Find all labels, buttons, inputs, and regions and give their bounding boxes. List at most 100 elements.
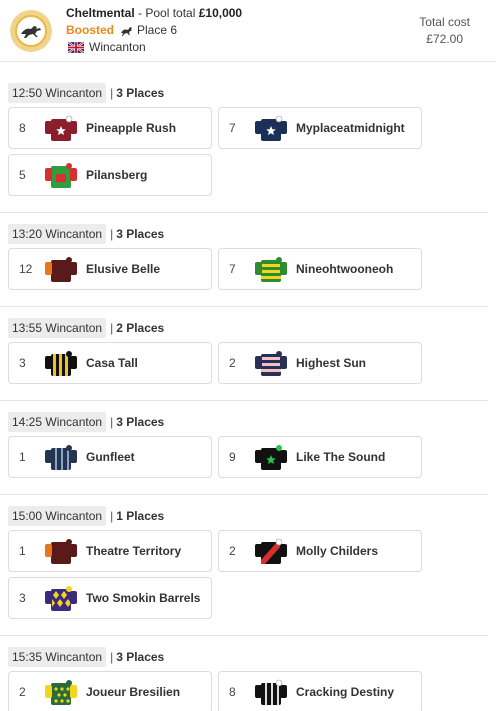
race-time-badge: 15:00 Wincanton bbox=[8, 506, 107, 526]
runner-number: 7 bbox=[229, 262, 236, 276]
runner-name: Joueur Bresilien bbox=[86, 685, 181, 699]
runner-number: 3 bbox=[19, 356, 26, 370]
race-header: 15:00 Wincanton | 1 Places bbox=[8, 506, 488, 526]
runner-name: Myplaceatmidnight bbox=[296, 121, 405, 135]
race-time-badge: 15:35 Wincanton bbox=[8, 647, 107, 667]
race-places-label: 2 Places bbox=[116, 321, 165, 335]
race-divider bbox=[0, 494, 488, 495]
jockey-silk-icon bbox=[45, 586, 77, 611]
runner-number: 2 bbox=[19, 685, 26, 699]
runner-number: 1 bbox=[19, 450, 26, 464]
jockey-silk-icon bbox=[45, 163, 77, 188]
venue-name: Wincanton bbox=[89, 40, 146, 54]
runner-card[interactable]: 2 Joueur Bresilien bbox=[8, 671, 212, 711]
runner-card[interactable]: 8 Pineapple Rush bbox=[8, 107, 212, 149]
runner-number: 2 bbox=[229, 356, 236, 370]
runner-name: Elusive Belle bbox=[86, 262, 161, 276]
race-time-badge: 14:25 Wincanton bbox=[8, 412, 107, 432]
race-section: 13:55 Wincanton | 2 Places 3 Casa Tall 2 Highe… bbox=[0, 318, 496, 389]
race-time-badge: 12:50 Wincanton bbox=[8, 83, 107, 103]
race-places: | 3 Places bbox=[110, 415, 165, 429]
race-time-badge: 13:55 Wincanton bbox=[8, 318, 107, 338]
race-places-label: 1 Places bbox=[116, 509, 165, 523]
race-divider bbox=[0, 635, 488, 636]
runner-name: Theatre Territory bbox=[86, 544, 182, 558]
place-count: Place 6 bbox=[137, 23, 178, 37]
race-places: | 1 Places bbox=[110, 509, 165, 523]
runner-name: Two Smokin Barrels bbox=[86, 591, 201, 605]
boosted-badge: Boosted bbox=[66, 23, 114, 37]
race-header: 14:25 Wincanton | 3 Places bbox=[8, 412, 488, 432]
jockey-silk-icon bbox=[255, 679, 287, 705]
horse-logo-icon bbox=[21, 26, 41, 38]
runner-grid: 3 Casa Tall 2 Highest Sun bbox=[8, 342, 438, 389]
runner-number: 7 bbox=[229, 121, 236, 135]
race-header: 13:55 Wincanton | 2 Places bbox=[8, 318, 488, 338]
runner-card[interactable]: 12 Elusive Belle bbox=[8, 248, 212, 290]
runner-number: 5 bbox=[19, 168, 26, 182]
runner-name: Pilansberg bbox=[86, 168, 148, 182]
race-header: 13:20 Wincanton | 3 Places bbox=[8, 224, 488, 244]
runner-card[interactable]: 2 Highest Sun bbox=[218, 342, 422, 384]
pool-header: Cheltmental - Pool total £10,000 Boosted… bbox=[0, 0, 496, 62]
race-places-label: 3 Places bbox=[116, 415, 165, 429]
race-places-label: 3 Places bbox=[116, 650, 165, 664]
runner-number: 1 bbox=[19, 544, 26, 558]
venue-row: Wincanton bbox=[68, 40, 146, 54]
runner-card[interactable]: 2 Molly Childers bbox=[218, 530, 422, 572]
runner-name: Nineohtwooneoh bbox=[296, 262, 394, 276]
race-list: 12:50 Wincanton | 3 Places 8 Pineapple Rush 7… bbox=[0, 83, 496, 711]
race-places-label: 3 Places bbox=[116, 227, 165, 241]
runner-card[interactable]: 5 Pilansberg bbox=[8, 154, 212, 196]
runner-name: Molly Childers bbox=[296, 544, 379, 558]
runner-card[interactable]: 3 Two Smokin Barrels bbox=[8, 577, 212, 619]
total-cost: Total cost £72.00 bbox=[419, 15, 470, 46]
runner-name: Pineapple Rush bbox=[86, 121, 177, 135]
runner-name: Like The Sound bbox=[296, 450, 386, 464]
race-section: 15:00 Wincanton | 1 Places 1 Theatre Territo… bbox=[0, 506, 496, 624]
runner-grid: 8 Pineapple Rush 7 Myplaceatmidnight 5 Pilans… bbox=[8, 107, 438, 201]
runner-card[interactable]: 1 Theatre Territory bbox=[8, 530, 212, 572]
runner-grid: 12 Elusive Belle 7 Nineohtwooneoh bbox=[8, 248, 438, 295]
runner-card[interactable]: 9 Like The Sound bbox=[218, 436, 422, 478]
jockey-silk-icon bbox=[45, 680, 77, 705]
race-places-label: 3 Places bbox=[116, 86, 165, 100]
jockey-silk-icon bbox=[45, 351, 77, 376]
runner-card[interactable]: 7 Myplaceatmidnight bbox=[218, 107, 422, 149]
race-section: 13:20 Wincanton | 3 Places 12 Elusive Belle 7… bbox=[0, 224, 496, 295]
jockey-silk-icon bbox=[255, 257, 287, 282]
jockey-silk-icon bbox=[255, 538, 287, 564]
runner-card[interactable]: 3 Casa Tall bbox=[8, 342, 212, 384]
race-places: | 3 Places bbox=[110, 227, 165, 241]
race-section: 14:25 Wincanton | 3 Places 1 Gunfleet 9 Like T… bbox=[0, 412, 496, 483]
race-places: | 3 Places bbox=[110, 650, 165, 664]
runner-name: Casa Tall bbox=[86, 356, 138, 370]
runner-name: Cracking Destiny bbox=[296, 685, 395, 699]
race-header: 12:50 Wincanton | 3 Places bbox=[8, 83, 488, 103]
runner-number: 12 bbox=[19, 262, 33, 276]
runner-number: 8 bbox=[229, 685, 236, 699]
race-divider bbox=[0, 212, 488, 213]
cheltmental-logo bbox=[10, 10, 52, 52]
runner-card[interactable]: 7 Nineohtwooneoh bbox=[218, 248, 422, 290]
pool-subtitle: Boosted Place 6 bbox=[66, 23, 177, 37]
race-divider bbox=[0, 306, 488, 307]
race-divider bbox=[0, 400, 488, 401]
race-section: 15:35 Wincanton | 3 Places 2 Joueur Bresilie… bbox=[0, 647, 496, 711]
runner-card[interactable]: 1 Gunfleet bbox=[8, 436, 212, 478]
jockey-silk-icon bbox=[255, 445, 287, 470]
runner-number: 3 bbox=[19, 591, 26, 605]
jockey-silk-icon bbox=[255, 115, 287, 141]
race-places: | 3 Places bbox=[110, 86, 165, 100]
runner-number: 2 bbox=[229, 544, 236, 558]
pool-title: Cheltmental - Pool total £10,000 bbox=[66, 6, 242, 20]
race-header: 15:35 Wincanton | 3 Places bbox=[8, 647, 488, 667]
jockey-silk-icon bbox=[45, 257, 77, 282]
jockey-silk-icon bbox=[45, 115, 77, 141]
jockey-silk-icon bbox=[255, 351, 287, 376]
runner-grid: 1 Theatre Territory 2 Molly Childers 3 Two Sm… bbox=[8, 530, 438, 624]
runner-number: 8 bbox=[19, 121, 26, 135]
runner-grid: 2 Joueur Bresilien 8 Cracking Destiny bbox=[8, 671, 438, 711]
runner-card[interactable]: 8 Cracking Destiny bbox=[218, 671, 422, 711]
total-cost-value: £72.00 bbox=[426, 32, 463, 46]
